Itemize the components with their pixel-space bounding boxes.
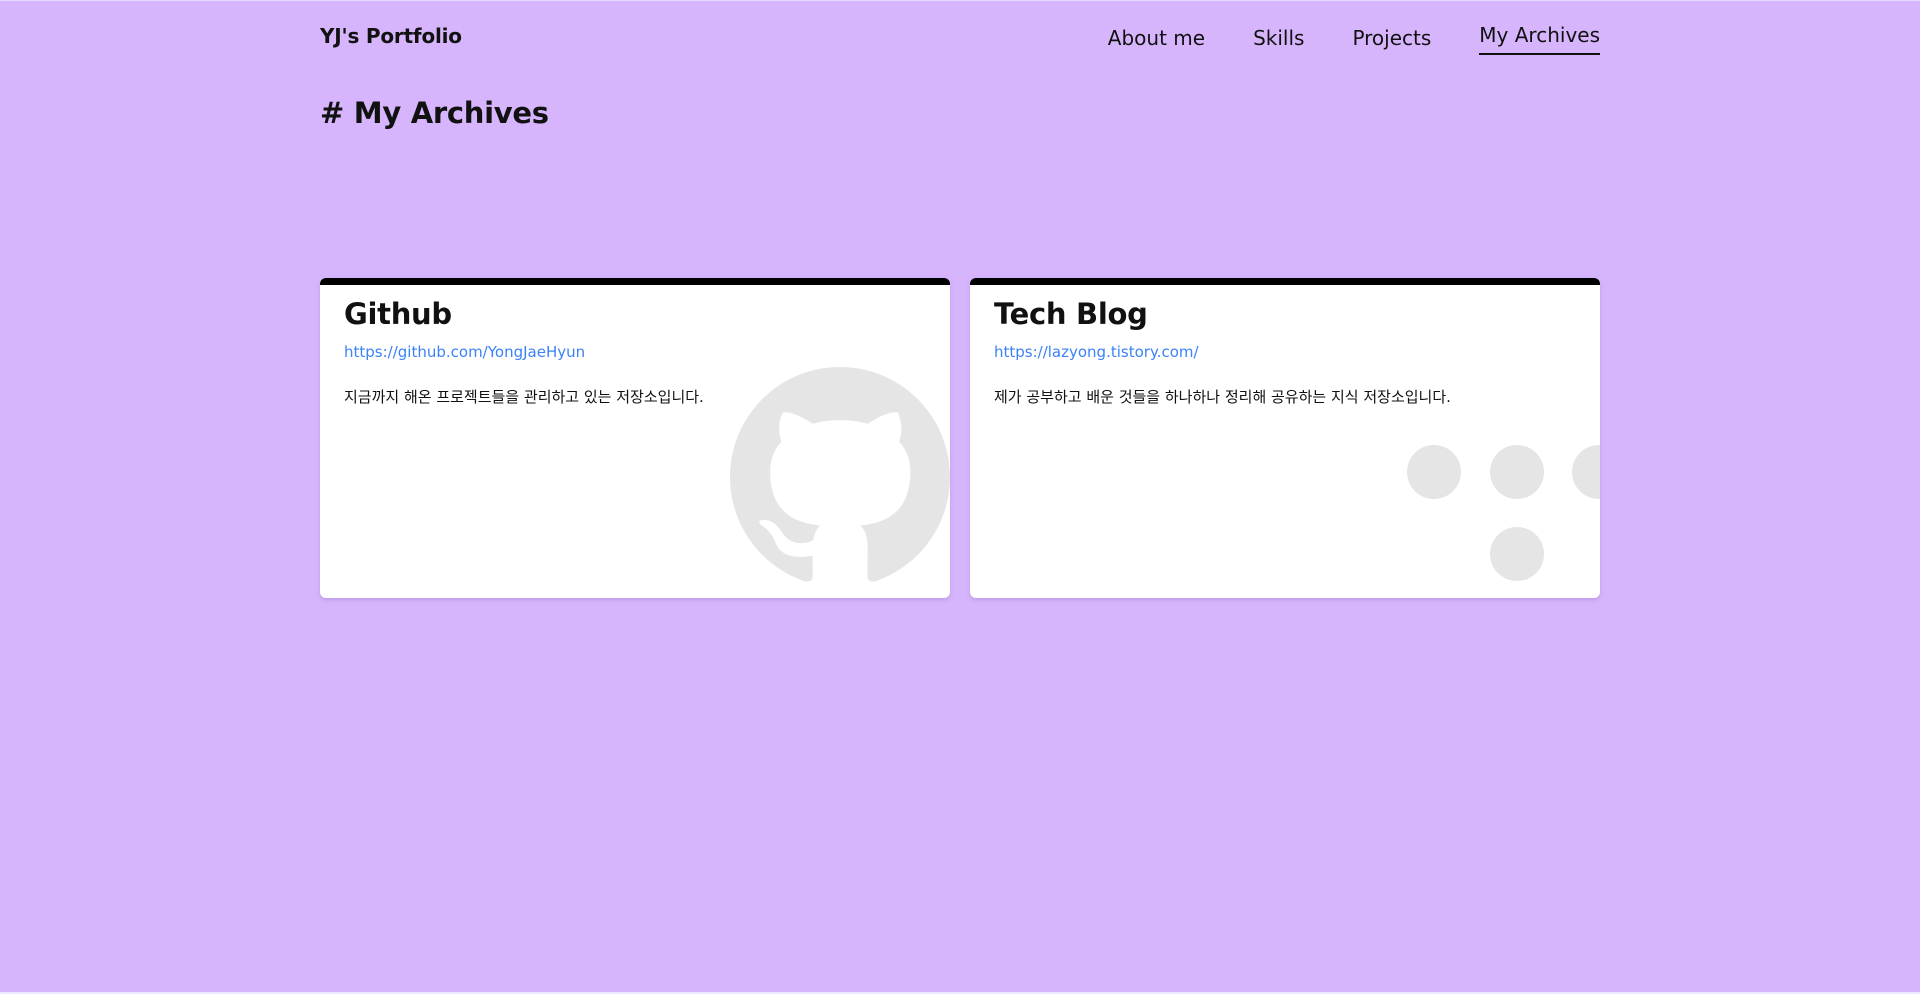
github-icon <box>730 367 950 582</box>
card-description: 제가 공부하고 배운 것들을 하나하나 정리해 공유하는 지식 저장소입니다. <box>994 388 1451 406</box>
section-title: # My Archives <box>320 96 549 130</box>
nav-item-about-me[interactable]: About me <box>1108 24 1205 58</box>
card-link[interactable]: https://lazyong.tistory.com/ <box>994 343 1199 361</box>
nav-item-projects[interactable]: Projects <box>1352 24 1431 58</box>
card-title: Github <box>344 297 452 331</box>
content-container: YJ's Portfolio About me Skills Projects … <box>320 1 1600 992</box>
site-header: YJ's Portfolio About me Skills Projects … <box>320 1 1600 61</box>
archive-cards: Github https://github.com/YongJaeHyun 지금… <box>320 278 1600 598</box>
nav-item-skills[interactable]: Skills <box>1253 24 1304 58</box>
nav-item-my-archives[interactable]: My Archives <box>1479 21 1600 55</box>
card-description: 지금까지 해온 프로젝트들을 관리하고 있는 저장소입니다. <box>344 388 704 406</box>
card-title: Tech Blog <box>994 297 1148 331</box>
card-link[interactable]: https://github.com/YongJaeHyun <box>344 343 585 361</box>
page: YJ's Portfolio About me Skills Projects … <box>0 0 1920 994</box>
main-nav: About me Skills Projects My Archives <box>1108 21 1600 58</box>
brand-logo[interactable]: YJ's Portfolio <box>320 24 462 48</box>
archive-card-tech-blog[interactable]: Tech Blog https://lazyong.tistory.com/ 제… <box>970 278 1600 598</box>
archive-card-github[interactable]: Github https://github.com/YongJaeHyun 지금… <box>320 278 950 598</box>
